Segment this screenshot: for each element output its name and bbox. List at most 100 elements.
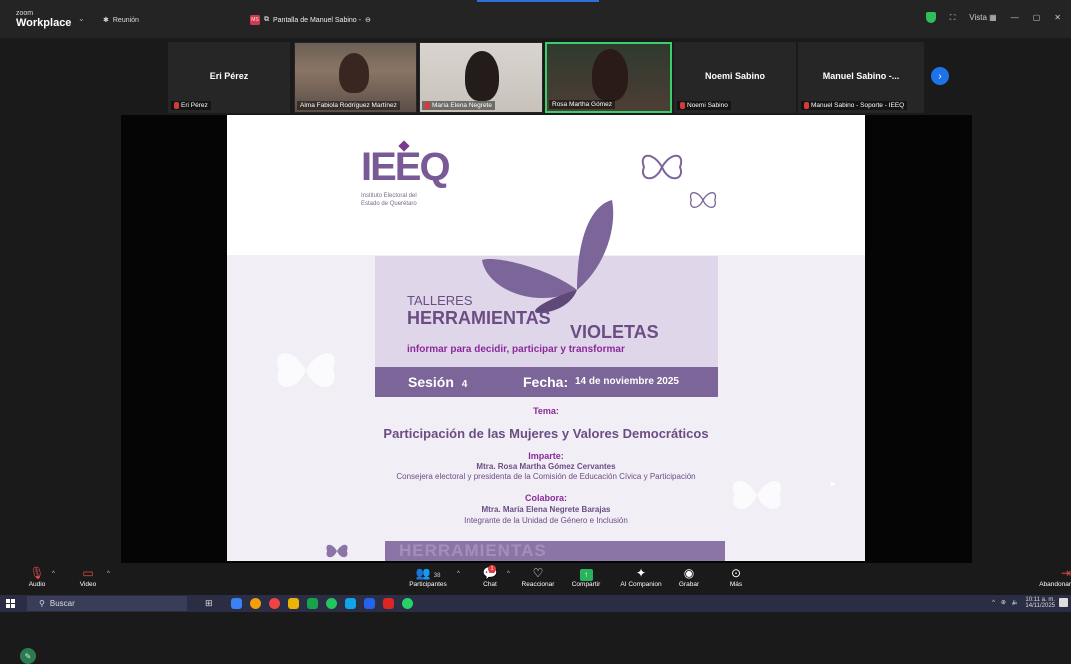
chevron-right-icon: › xyxy=(938,70,942,82)
session-bar: Sesión 4 Fecha: 14 de noviembre 2025 xyxy=(375,367,718,397)
network-icon[interactable]: ⊕ xyxy=(1001,600,1006,606)
share-tab[interactable]: MS ⧉ Pantalla de Manuel Sabino - ⊖ xyxy=(246,13,375,27)
speaker-label: Imparte: xyxy=(528,451,564,461)
opera-icon[interactable] xyxy=(269,598,280,609)
audio-label: Audio xyxy=(28,581,46,588)
share-button[interactable]: ↑ Compartir xyxy=(567,566,605,588)
participants-button[interactable]: 👥 38 Participantes xyxy=(406,566,450,588)
participants-count: 38 xyxy=(433,573,441,579)
ai-companion-button[interactable]: ✦ AI Companion xyxy=(616,566,666,588)
file-explorer-icon[interactable] xyxy=(288,598,299,609)
window-controls: ⛶ Vista ▦ — ▢ ✕ xyxy=(925,12,1071,23)
video-button[interactable]: ▭ Video xyxy=(76,566,100,588)
mic-off-icon xyxy=(174,102,179,109)
heart-icon: ♡ xyxy=(532,566,544,580)
view-label: Vista xyxy=(969,13,987,22)
meeting-menu[interactable]: ✱ Reunión xyxy=(103,16,139,25)
chevron-down-icon[interactable]: ⌄ xyxy=(78,14,85,23)
workshop-title-1: HERRAMIENTAS xyxy=(407,308,551,328)
view-button[interactable]: Vista ▦ xyxy=(969,13,996,22)
windows-start-icon[interactable] xyxy=(6,599,15,608)
participant-label-text: Manuel Sabino - Soporte - IEEQ xyxy=(811,102,905,109)
audio-button[interactable]: 🎙 Audio xyxy=(26,566,48,588)
participant-video xyxy=(465,51,499,101)
video-off-icon: ▭ xyxy=(82,566,94,580)
close-icon[interactable]: ✕ xyxy=(1054,13,1061,22)
workshop-tagline: informar para decidir, participar y tran… xyxy=(407,344,625,355)
video-options-icon[interactable]: ^ xyxy=(107,571,110,577)
restore-icon[interactable]: ▢ xyxy=(1033,13,1041,22)
react-label: Reaccionar xyxy=(521,581,555,588)
workshop-title-2: VIOLETAS xyxy=(570,322,659,342)
share-screen-icon: ↑ xyxy=(567,566,605,581)
chat-label: Chat xyxy=(483,581,497,588)
record-icon: ◉ xyxy=(683,566,695,580)
react-button[interactable]: ♡ Reaccionar xyxy=(520,566,556,588)
task-view-icon[interactable]: ⊞ xyxy=(205,598,216,609)
session-info: Sesión 4 xyxy=(408,374,467,390)
participant-video-tile[interactable]: Alma Fabiola Rodríguez Martínez xyxy=(294,42,417,113)
circle-minus-icon[interactable]: ⊖ xyxy=(365,16,371,24)
clock[interactable]: 10:11 a. m. 14/11/2025 xyxy=(1025,597,1055,609)
mic-muted-icon: 🎙 xyxy=(29,566,45,580)
minimize-icon[interactable]: — xyxy=(1011,13,1019,22)
ieeq-logo: IEEQ Instituto Electoral del Estado de Q… xyxy=(361,140,451,208)
grid-icon: ▦ xyxy=(989,13,997,22)
participant-tile[interactable]: Noemi Sabino Noemi Sabino xyxy=(674,42,796,113)
topic-title: Participación de las Mujeres y Valores D… xyxy=(383,426,709,441)
participant-label: Eri Pérez xyxy=(171,101,211,110)
collaborator-label: Colabora: xyxy=(524,493,567,503)
firefox-icon[interactable] xyxy=(250,598,261,609)
participant-name: Eri Pérez xyxy=(209,71,249,81)
screen-share-icon: ⧉ xyxy=(264,16,269,23)
logo-diamond-icon xyxy=(398,140,410,152)
participants-label: Participantes xyxy=(409,581,447,588)
butterfly-icon xyxy=(641,154,683,180)
excel-icon[interactable] xyxy=(307,598,318,609)
chat-icon: 💬 1 xyxy=(482,565,498,580)
speaker-icon[interactable]: 🔈 xyxy=(1012,600,1019,606)
chat-options-icon[interactable]: ^ xyxy=(507,571,510,577)
chrome-icon[interactable] xyxy=(326,598,337,609)
ai-companion-label: AI Companion xyxy=(620,581,662,588)
edge-icon[interactable] xyxy=(231,598,242,609)
notifications-icon[interactable] xyxy=(1059,598,1068,607)
pdf-reader-icon[interactable] xyxy=(383,598,394,609)
whatsapp-icon[interactable] xyxy=(402,598,413,609)
more-button[interactable]: ⊙ Más xyxy=(726,566,746,588)
participant-label: Manuel Sabino - Soporte - IEEQ xyxy=(801,101,908,110)
annotate-button[interactable]: ✎ xyxy=(20,648,36,664)
audio-options-icon[interactable]: ^ xyxy=(52,571,55,577)
tray-chevron-icon[interactable]: ^ xyxy=(992,600,995,606)
participant-video xyxy=(592,49,628,101)
participant-label: María Elena Negrete xyxy=(422,101,495,110)
fullscreen-icon[interactable]: ⛶ xyxy=(950,13,956,23)
participant-video-tile[interactable]: María Elena Negrete xyxy=(419,42,543,113)
zoom-app-icon[interactable] xyxy=(364,598,375,609)
share-label: Compartir xyxy=(571,581,601,588)
chat-button[interactable]: 💬 1 Chat xyxy=(478,565,502,588)
leave-button[interactable]: ⇥ Abandonar xyxy=(1034,566,1071,588)
sharer-avatar: MS xyxy=(250,15,260,25)
next-page-button[interactable]: › xyxy=(931,67,949,85)
participant-label: Alma Fabiola Rodríguez Martínez xyxy=(297,101,400,110)
top-accent-bar xyxy=(477,0,599,2)
record-button[interactable]: ◉ Grabar xyxy=(676,566,702,588)
butterfly-small-icon xyxy=(326,544,348,558)
butterfly-watermark-icon xyxy=(277,353,335,387)
teams-icon[interactable] xyxy=(345,598,356,609)
participant-video-tile-active[interactable]: Rosa Martha Gómez xyxy=(545,42,672,113)
shield-icon[interactable] xyxy=(925,12,936,23)
participant-tile[interactable]: Eri Pérez Eri Pérez xyxy=(168,42,290,113)
date-value: 14 de noviembre 2025 xyxy=(575,376,679,387)
participant-tile[interactable]: Manuel Sabino -... Manuel Sabino - Sopor… xyxy=(798,42,924,113)
taskbar-search[interactable]: ⚲ Buscar xyxy=(27,596,187,611)
mic-off-icon xyxy=(680,102,685,109)
share-tab-label: Pantalla de Manuel Sabino - xyxy=(273,16,361,24)
logo-subtitle-line-2: Estado de Querétaro xyxy=(361,201,417,207)
shared-slide: IEEQ Instituto Electoral del Estado de Q… xyxy=(227,115,865,561)
participant-video xyxy=(339,53,369,93)
zoom-brand[interactable]: zoom Workplace xyxy=(16,10,71,29)
participant-label-text: María Elena Negrete xyxy=(432,102,492,109)
participants-options-icon[interactable]: ^ xyxy=(457,571,460,577)
